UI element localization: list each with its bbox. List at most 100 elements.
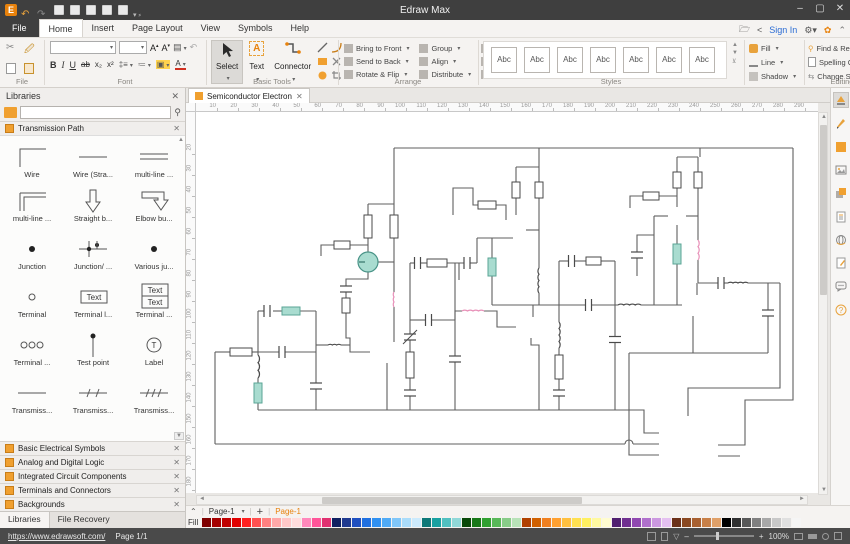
library-symbol-wire-stra-[interactable]: Wire (Stra... bbox=[65, 144, 121, 179]
horizontal-scrollbar[interactable]: ◄ ► bbox=[196, 495, 808, 505]
line-spacing-icon[interactable]: ‡≡▾ bbox=[119, 60, 133, 69]
zoom-slider[interactable] bbox=[694, 535, 754, 537]
color-swatch[interactable] bbox=[792, 518, 801, 527]
color-swatch[interactable] bbox=[422, 518, 431, 527]
color-swatch[interactable] bbox=[512, 518, 521, 527]
color-swatch[interactable] bbox=[542, 518, 551, 527]
resistor[interactable] bbox=[673, 244, 681, 264]
color-swatch[interactable] bbox=[712, 518, 721, 527]
color-swatch[interactable] bbox=[212, 518, 221, 527]
page-icon[interactable] bbox=[661, 532, 668, 541]
pan-icon[interactable] bbox=[647, 532, 656, 541]
color-swatch[interactable] bbox=[652, 518, 661, 527]
color-swatch[interactable] bbox=[462, 518, 471, 527]
close-button[interactable]: ✕ bbox=[830, 0, 850, 20]
color-swatch[interactable] bbox=[742, 518, 751, 527]
note-icon[interactable] bbox=[833, 209, 849, 225]
shrink-font-button[interactable]: A▾ bbox=[162, 43, 171, 53]
style-preset-4[interactable]: Abc bbox=[590, 47, 616, 73]
color-swatch[interactable] bbox=[692, 518, 701, 527]
color-swatch[interactable] bbox=[522, 518, 531, 527]
color-swatch[interactable] bbox=[682, 518, 691, 527]
inductor-coil[interactable] bbox=[559, 322, 560, 348]
help-icon[interactable]: ? bbox=[833, 302, 849, 318]
library-symbol-transmiss-[interactable]: Transmiss... bbox=[126, 380, 182, 415]
color-swatch[interactable] bbox=[292, 518, 301, 527]
grid-icon[interactable] bbox=[834, 532, 842, 540]
wire[interactable] bbox=[718, 148, 793, 445]
wire[interactable] bbox=[346, 272, 368, 286]
inductor-coil[interactable] bbox=[728, 282, 748, 283]
color-swatch[interactable] bbox=[272, 518, 281, 527]
format-painter-icon[interactable]: 🖉 bbox=[24, 42, 38, 59]
style-preset-3[interactable]: Abc bbox=[557, 47, 583, 73]
insert-image-icon[interactable] bbox=[833, 162, 849, 178]
rect-tool-icon[interactable] bbox=[317, 56, 328, 67]
search-icon[interactable]: ⚲ bbox=[174, 107, 181, 118]
wire[interactable] bbox=[484, 311, 516, 327]
reader-icon[interactable]: 🗁 bbox=[739, 22, 750, 38]
gear-icon[interactable]: ⚙▾ bbox=[804, 25, 817, 36]
color-swatch[interactable] bbox=[572, 518, 581, 527]
style-preset-5[interactable]: Abc bbox=[623, 47, 649, 73]
inductor-coil[interactable] bbox=[698, 240, 699, 260]
vertical-scrollbar[interactable]: ▲ ▼ bbox=[818, 112, 828, 495]
bullets-icon[interactable]: ≔▾ bbox=[138, 60, 151, 69]
fit-window-icon[interactable] bbox=[794, 533, 803, 540]
library-section-terminals-and-connectors[interactable]: Terminals and Connectors✕ bbox=[0, 483, 185, 497]
library-symbol-elbow-bu-[interactable]: Elbow bu... bbox=[126, 188, 182, 223]
wire[interactable] bbox=[346, 313, 370, 352]
color-swatch[interactable] bbox=[772, 518, 781, 527]
library-symbol-wire[interactable]: Wire bbox=[4, 144, 60, 179]
color-swatch[interactable] bbox=[752, 518, 761, 527]
color-swatch[interactable] bbox=[262, 518, 271, 527]
inductor-coil[interactable] bbox=[328, 344, 341, 345]
wire[interactable] bbox=[630, 196, 643, 208]
zoom-area-icon[interactable] bbox=[822, 533, 829, 540]
color-swatch[interactable] bbox=[732, 518, 741, 527]
text-tool-button[interactable]: AText▾ bbox=[245, 40, 268, 84]
style-preset-6[interactable]: Abc bbox=[656, 47, 682, 73]
color-swatch[interactable] bbox=[322, 518, 331, 527]
connector-tool-button[interactable]: Connector▾ bbox=[270, 40, 315, 84]
color-swatch[interactable] bbox=[662, 518, 671, 527]
resistor[interactable] bbox=[364, 215, 372, 238]
color-swatch[interactable] bbox=[492, 518, 501, 527]
comment-icon[interactable] bbox=[833, 278, 849, 294]
resistor[interactable] bbox=[488, 258, 496, 276]
resistor[interactable] bbox=[694, 172, 702, 188]
menu-tab-file[interactable]: File bbox=[0, 19, 39, 37]
strikethrough-button[interactable]: ab bbox=[81, 60, 90, 69]
resistor[interactable] bbox=[342, 298, 350, 313]
color-swatch[interactable] bbox=[702, 518, 711, 527]
library-symbol-multi-line-[interactable]: multi-line ... bbox=[4, 188, 60, 223]
wire[interactable] bbox=[258, 410, 659, 433]
library-symbol-terminal-l-[interactable]: TextTerminal l... bbox=[65, 284, 121, 319]
style-preset-7[interactable]: Abc bbox=[689, 47, 715, 73]
color-swatch[interactable] bbox=[582, 518, 591, 527]
styles-scroll-down-icon[interactable]: ▼ bbox=[732, 50, 738, 56]
symbols-scroll-up-icon[interactable]: ▲ bbox=[178, 137, 184, 143]
color-swatch[interactable] bbox=[232, 518, 241, 527]
color-swatch[interactable] bbox=[432, 518, 441, 527]
color-swatch[interactable] bbox=[762, 518, 771, 527]
collapse-ribbon-icon[interactable]: ⌃ bbox=[838, 25, 846, 36]
library-symbol-label[interactable]: TLabel bbox=[126, 332, 182, 367]
resistor[interactable] bbox=[478, 201, 496, 209]
library-symbol-transmiss-[interactable]: Transmiss... bbox=[4, 380, 60, 415]
inductor-coil[interactable] bbox=[462, 310, 484, 311]
sign-in-link[interactable]: Sign In bbox=[769, 25, 797, 35]
library-symbol-terminal[interactable]: Terminal bbox=[4, 284, 60, 319]
color-swatch[interactable] bbox=[222, 518, 231, 527]
arrange-rotate-flip-button[interactable]: Rotate & Flip▾ bbox=[344, 68, 409, 80]
color-swatch[interactable] bbox=[482, 518, 491, 527]
arrange-send-to-back-button[interactable]: Send to Back▾ bbox=[344, 55, 409, 67]
color-swatch[interactable] bbox=[672, 518, 681, 527]
document-close-icon[interactable]: ✕ bbox=[296, 92, 303, 101]
inductor-coil[interactable] bbox=[393, 292, 394, 307]
color-swatch[interactable] bbox=[562, 518, 571, 527]
paste-icon[interactable] bbox=[24, 63, 34, 74]
shadow-button[interactable]: Shadow▾ bbox=[749, 70, 796, 82]
library-symbol-junction-[interactable]: Junction/ ... bbox=[65, 236, 121, 271]
wire[interactable] bbox=[453, 188, 478, 215]
